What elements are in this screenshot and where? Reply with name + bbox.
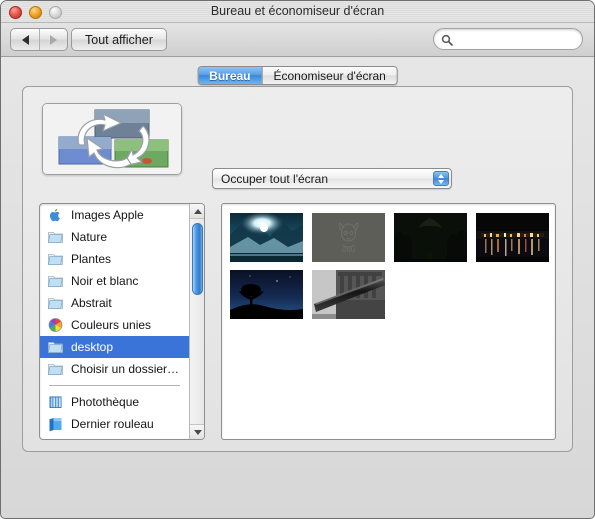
back-button[interactable] (11, 29, 39, 50)
source-item-photographie-library[interactable]: Photothèque (40, 391, 189, 413)
source-item-choisir-un-dossier[interactable]: Choisir un dossier… (40, 358, 189, 380)
apple-logo-icon (47, 207, 64, 223)
tab-bureau[interactable]: Bureau (198, 67, 262, 84)
wallpaper-thumbnail-metal-railing-bw[interactable] (312, 270, 385, 319)
source-item-label: Abstrait (71, 296, 112, 310)
show-all-button[interactable]: Tout afficher (71, 28, 167, 51)
source-item-label: Photothèque (71, 395, 140, 409)
source-list-scrollbar[interactable] (189, 204, 204, 439)
wallpaper-thumbnail-moonlit-ice-landscape[interactable] (230, 213, 303, 262)
search-field[interactable] (433, 28, 583, 50)
scroll-up-arrow-icon[interactable] (190, 204, 204, 219)
source-item-noir-et-blanc[interactable]: Noir et blanc (40, 270, 189, 292)
forward-button[interactable] (39, 29, 67, 50)
source-list-items: Images Apple Nature Plantes Noir et blan… (40, 204, 189, 435)
svg-text:GNU: GNU (342, 248, 355, 254)
source-item-label: Choisir un dossier… (71, 362, 180, 376)
source-item-couleurs-unies[interactable]: Couleurs unies (40, 314, 189, 336)
rotating-desktop-preview-icon (43, 104, 181, 174)
source-item-dernier-rouleau[interactable]: Dernier rouleau (40, 413, 189, 435)
source-item-abstrait[interactable]: Abstrait (40, 292, 189, 314)
source-item-label: Plantes (71, 252, 112, 266)
source-item-label: desktop (71, 340, 114, 354)
system-preferences-window: Bureau et économiseur d'écran Tout affic… (0, 0, 595, 519)
wallpaper-thumbnail-gnu-logo-gray[interactable]: GNU (312, 213, 385, 262)
photo-library-icon (47, 394, 64, 410)
wallpaper-thumbnail-night-city-waterfront[interactable] (476, 213, 549, 262)
fill-mode-value: Occuper tout l'écran (221, 171, 329, 186)
desktop-preview[interactable] (42, 103, 182, 175)
color-wheel-icon (47, 317, 64, 333)
tab-bar: Bureau Économiseur d'écran (1, 57, 594, 85)
scroll-down-arrow-icon[interactable] (190, 424, 204, 439)
navigation-buttons (10, 28, 68, 51)
search-icon (441, 33, 453, 46)
wallpaper-thumbnail-grid[interactable]: GNU (221, 203, 556, 440)
desktop-settings-panel: Occuper tout l'écran Images Apple Nature… (22, 86, 573, 452)
source-item-label: Dernier rouleau (71, 417, 154, 431)
scrollbar-thumb[interactable] (192, 223, 203, 295)
source-item-images-apple[interactable]: Images Apple (40, 204, 189, 226)
folder-icon (47, 273, 64, 289)
wallpaper-thumbnail-lone-tree-night-sky[interactable] (230, 270, 303, 319)
wallpaper-source-list[interactable]: Images Apple Nature Plantes Noir et blan… (39, 203, 205, 440)
search-input[interactable] (457, 33, 575, 45)
folder-icon (47, 229, 64, 245)
source-item-label: Nature (71, 230, 108, 244)
folder-icon (47, 361, 64, 377)
window-title: Bureau et économiseur d'écran (210, 4, 385, 18)
list-separator (40, 380, 189, 391)
wallpaper-thumbnail-green-glow-night-trees[interactable] (394, 213, 467, 262)
folder-icon (47, 295, 64, 311)
folder-icon (47, 251, 64, 267)
toolbar: Tout afficher (1, 23, 594, 57)
source-item-plantes[interactable]: Plantes (40, 248, 189, 270)
source-item-desktop[interactable]: desktop (40, 336, 189, 358)
fill-mode-popup[interactable]: Occuper tout l'écran (212, 168, 452, 189)
fill-mode-stepper-icon (433, 171, 449, 186)
source-item-nature[interactable]: Nature (40, 226, 189, 248)
tab-economiseur-decran[interactable]: Économiseur d'écran (261, 67, 397, 84)
folder-icon (47, 339, 64, 355)
last-roll-icon (47, 416, 64, 432)
source-item-label: Images Apple (71, 208, 144, 222)
footer-controls: Changer d'image : chaque jour Ordre aléa… (1, 472, 594, 518)
source-item-label: Noir et blanc (71, 274, 139, 288)
back-arrow-icon (21, 34, 29, 45)
source-item-label: Couleurs unies (71, 318, 152, 332)
window-titlebar: Bureau et économiseur d'écran (1, 1, 594, 23)
forward-arrow-icon (50, 34, 57, 45)
